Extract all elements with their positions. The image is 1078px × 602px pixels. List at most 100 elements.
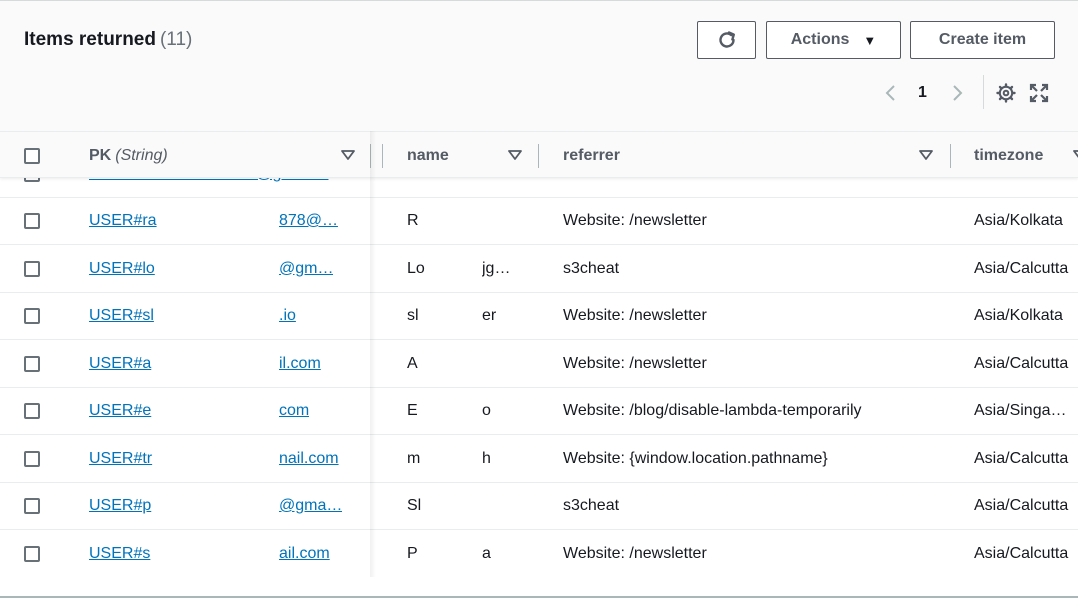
column-header-timezone[interactable]: timezone xyxy=(974,132,1043,179)
checkbox-box xyxy=(24,308,40,324)
pk-link-tail[interactable]: nail.com xyxy=(279,450,339,468)
timezone-cell: Asia/Kolkata xyxy=(974,307,1063,324)
create-item-button[interactable]: Create item xyxy=(910,21,1055,59)
table-row: USER#lo @gm… Lo jg… s3cheat Asia/Calcutt… xyxy=(0,245,1078,293)
referrer-cell: Website: /newsletter xyxy=(563,354,707,372)
checkbox-box xyxy=(24,147,40,164)
name-cell: R xyxy=(407,212,419,229)
pk-cell-tail[interactable]: @gm… xyxy=(279,245,333,292)
expand-icon xyxy=(1029,83,1049,103)
referrer-cell: s3cheat xyxy=(563,259,620,277)
fullscreen-button[interactable] xyxy=(1029,79,1049,107)
pk-cell-tail[interactable]: .io xyxy=(279,293,296,340)
pk-link[interactable]: USER#ra xyxy=(89,212,157,230)
table-row: USER#tr nail.com m h Website: {window.lo… xyxy=(0,435,1078,483)
row-checkbox[interactable] xyxy=(24,340,40,387)
column-resizer[interactable] xyxy=(382,144,383,168)
row-checkbox[interactable] xyxy=(24,388,40,435)
row-checkbox[interactable] xyxy=(24,483,40,530)
pk-link-tail[interactable]: 878@… xyxy=(279,212,338,230)
pk-link-tail[interactable]: ail.com xyxy=(279,545,330,563)
pk-link-tail[interactable]: @gm… xyxy=(279,260,333,278)
timezone-cell: Asia/Singa… xyxy=(974,402,1067,419)
checkbox-box xyxy=(24,498,40,514)
column-header-referrer[interactable]: referrer xyxy=(563,132,620,179)
pk-link[interactable]: USER#p xyxy=(89,497,151,515)
timezone-cell: Asia/Calcutta xyxy=(974,354,1069,372)
select-all-checkbox[interactable] xyxy=(24,132,40,179)
gear-icon xyxy=(996,83,1016,103)
pk-link[interactable]: USER#lo xyxy=(89,260,155,278)
name-cell-tail: jg… xyxy=(482,259,511,277)
table-header-panel: Items returned (11) Actions ▼ Create item… xyxy=(0,1,1078,131)
table-row: USER#p @gma… Sl s3cheat Asia/Calcutta xyxy=(0,482,1078,530)
timezone-cell: Asia/Calcutta xyxy=(974,259,1069,277)
sort-triangle-icon[interactable] xyxy=(918,147,934,163)
name-cell: Sl xyxy=(407,497,422,514)
name-cell-tail: h xyxy=(482,449,491,467)
referrer-cell: Website: /newsletter xyxy=(563,544,707,562)
refresh-button[interactable] xyxy=(697,21,756,59)
actions-button[interactable]: Actions ▼ xyxy=(766,21,901,59)
referrer-cell: s3cheat xyxy=(563,497,620,514)
previous-page-button[interactable] xyxy=(882,79,900,107)
sticky-column-shadow xyxy=(370,131,376,577)
table-row: USER#a il.com A Website: /newsletter Asi… xyxy=(0,340,1078,388)
pk-link[interactable]: USER#a xyxy=(89,355,151,373)
row-checkbox[interactable] xyxy=(24,530,40,577)
pk-cell-tail[interactable]: nail.com xyxy=(279,435,339,482)
checkbox-box xyxy=(24,355,40,372)
pk-cell[interactable]: USER#sl xyxy=(89,293,349,340)
items-table: PK(String) name referrer timezone USER#a… xyxy=(0,131,1078,577)
column-resizer[interactable] xyxy=(538,144,539,168)
pk-link[interactable]: USER#tr xyxy=(89,450,152,468)
pk-link-tail[interactable]: com xyxy=(279,402,309,420)
checkbox-box xyxy=(24,213,40,229)
pk-cell-tail[interactable]: com xyxy=(279,388,309,435)
name-cell-tail: o xyxy=(482,402,491,419)
name-cell-tail: er xyxy=(482,307,497,324)
preferences-button[interactable] xyxy=(996,79,1016,107)
referrer-cell: Website: /blog/disable-lambda-temporaril… xyxy=(563,402,862,419)
horizontal-scrollbar[interactable] xyxy=(0,596,1078,598)
checkbox-box xyxy=(24,403,40,419)
referrer-cell: Website: /newsletter xyxy=(563,212,707,229)
name-cell-tail: a xyxy=(482,544,491,562)
next-page-button[interactable] xyxy=(948,79,966,107)
pk-link[interactable]: USER#s xyxy=(89,545,150,563)
name-cell: E xyxy=(407,402,418,419)
sort-triangle-icon[interactable] xyxy=(1072,147,1078,163)
table-row: USER#s ail.com P a Website: /newsletter … xyxy=(0,530,1078,577)
row-checkbox[interactable] xyxy=(24,435,40,482)
column-resizer[interactable] xyxy=(950,144,951,168)
row-checkbox[interactable] xyxy=(24,293,40,340)
pk-link[interactable]: USER#sl xyxy=(89,307,154,325)
pk-link[interactable]: USER#e xyxy=(89,402,151,420)
page-title: Items returned (11) xyxy=(24,29,192,51)
row-checkbox[interactable] xyxy=(24,198,40,245)
refresh-icon xyxy=(718,31,735,48)
checkbox-box xyxy=(24,450,40,467)
pk-link-tail[interactable]: .io xyxy=(279,307,296,325)
pk-cell[interactable]: USER#e xyxy=(89,388,349,435)
pk-cell-tail[interactable]: @gma… xyxy=(279,483,342,530)
pk-cell-tail[interactable]: 878@… xyxy=(279,198,338,245)
sort-triangle-icon[interactable] xyxy=(507,147,523,163)
pager-divider xyxy=(983,75,984,109)
pk-cell-tail[interactable]: ail.com xyxy=(279,530,330,577)
item-count: (11) xyxy=(159,29,193,50)
timezone-cell: Asia/Calcutta xyxy=(974,497,1069,514)
timezone-cell: Asia/Calcutta xyxy=(974,449,1069,467)
pk-cell-tail[interactable]: il.com xyxy=(279,340,321,387)
page-number-1[interactable]: 1 xyxy=(918,79,927,107)
row-checkbox[interactable] xyxy=(24,245,40,292)
sort-triangle-icon[interactable] xyxy=(340,147,356,163)
timezone-cell: Asia/Kolkata xyxy=(974,212,1063,229)
column-header-name[interactable]: name xyxy=(407,132,449,179)
pk-type-label: (String) xyxy=(115,146,168,164)
pk-link-tail[interactable]: il.com xyxy=(279,355,321,373)
timezone-cell: Asia/Calcutta xyxy=(974,544,1069,562)
column-header-pk[interactable]: PK (String) xyxy=(89,132,168,179)
pk-link-tail[interactable]: @gma… xyxy=(279,497,342,515)
actions-label: Actions xyxy=(790,31,850,48)
